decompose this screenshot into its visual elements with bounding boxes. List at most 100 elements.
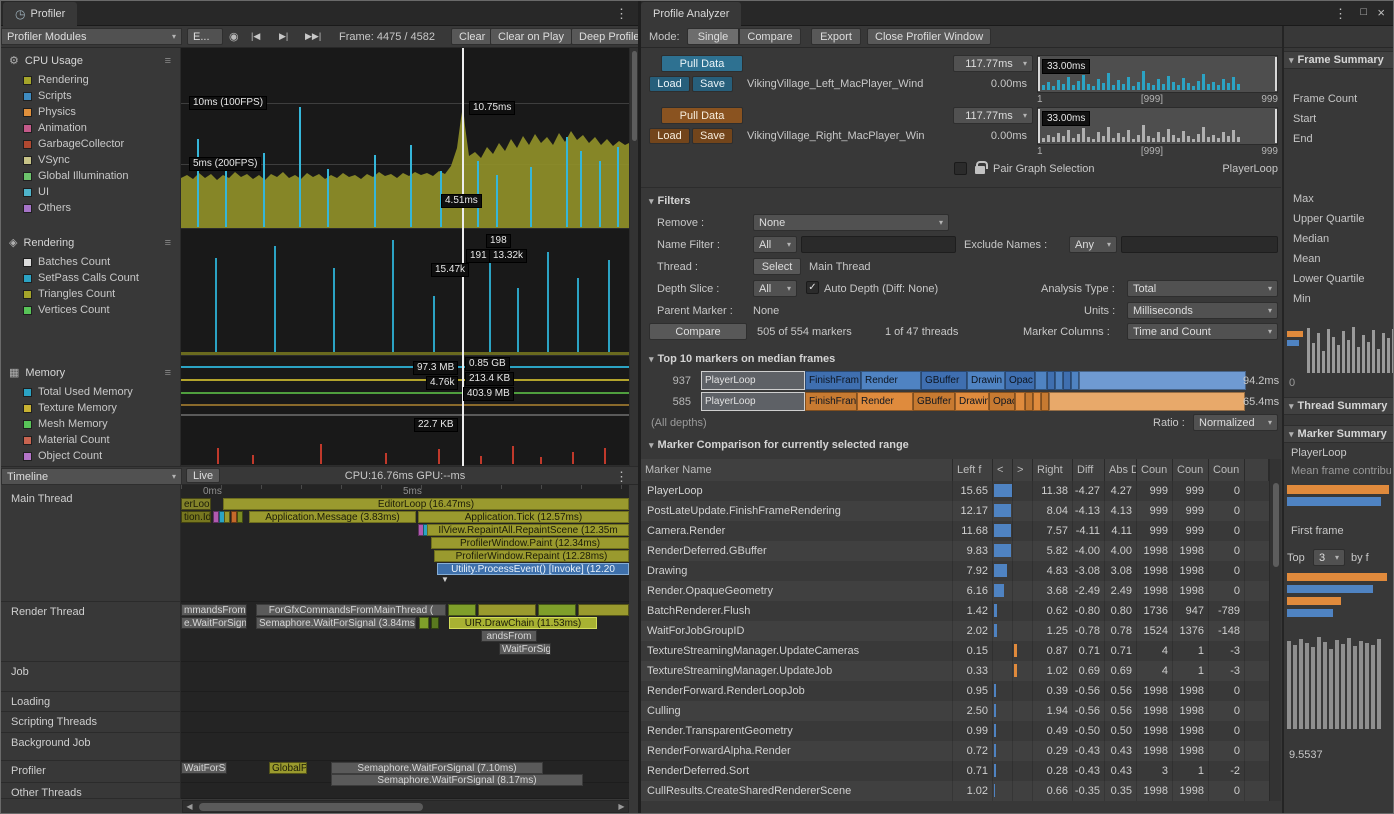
timeline-span[interactable] [431, 617, 439, 629]
name-filter-mode-dropdown[interactable]: All▾ [753, 236, 797, 253]
comparison-header[interactable]: ▾Marker Comparison for currently selecte… [649, 439, 909, 451]
marker-row[interactable]: Render.OpaqueGeometry 6.16 3.68 -2.49 2.… [641, 581, 1269, 601]
timeline-span[interactable]: Semaphore.WaitForSignal (3.84ms) [256, 617, 416, 629]
timeline-span[interactable]: Semaphore.WaitForSignal (8.17ms) [331, 774, 583, 786]
column-header-left-bar[interactable]: < [993, 459, 1013, 481]
memory-chart[interactable]: 97.3 MB 0.85 GB 4.76k 213.4 KB 403.9 MB … [181, 356, 629, 466]
legend-item[interactable]: UI [1, 184, 181, 200]
thread-summary-header[interactable]: ▾Thread Summary [1284, 397, 1394, 415]
comparison-scrollbar[interactable] [1269, 459, 1281, 801]
timeline-span[interactable] [538, 604, 576, 616]
record-button[interactable]: ◉ [229, 30, 239, 43]
clear-button[interactable]: Clear [451, 28, 493, 45]
top10-marker-segment[interactable]: PlayerLoop [701, 392, 805, 411]
legend-item[interactable]: GarbageCollector [1, 136, 181, 152]
timeline-span[interactable]: UIR.DrawChain (11.53ms) [449, 617, 597, 629]
marker-summary-header[interactable]: ▾Marker Summary [1284, 425, 1394, 443]
module-header-cpu[interactable]: ⚙ CPU Usage ≡ [1, 52, 181, 69]
timeline-span[interactable] [419, 617, 429, 629]
rendering-chart[interactable]: 198 191 13.32k 15.47k [181, 229, 629, 356]
timeline-span[interactable]: GlobalP [269, 762, 307, 774]
column-header-count-left[interactable]: Coun [1137, 459, 1173, 481]
module-handle-icon[interactable]: ≡ [165, 55, 171, 67]
exclude-mode-dropdown[interactable]: Any▾ [1069, 236, 1117, 253]
top10-marker-segment[interactable]: FinishFran [805, 392, 857, 411]
restore-window-icon[interactable]: □ [1360, 6, 1367, 18]
timeline-span[interactable]: erLoop (1.6 [181, 498, 211, 510]
top-n-dropdown[interactable]: 3▾ [1313, 549, 1345, 566]
timeline-span[interactable] [237, 511, 243, 523]
name-filter-input[interactable] [801, 236, 956, 253]
timeline-span[interactable]: e.WaitForSigna [181, 617, 247, 629]
module-handle-icon[interactable]: ≡ [165, 367, 171, 379]
top10-marker-segment[interactable]: PlayerLoop [701, 371, 805, 390]
thread-select-button[interactable]: Select [753, 258, 801, 275]
cpu-usage-chart[interactable]: 10ms (100FPS) 5ms (200FPS) 10.75ms 4.51m… [181, 48, 629, 229]
timeline-span[interactable]: ProfilerWindow.Repaint (12.28ms) [434, 550, 629, 562]
timeline-span[interactable]: tion.Idle (1 [181, 511, 211, 523]
top10-marker-segment[interactable]: Drawin [967, 371, 1005, 390]
marker-row[interactable]: BatchRenderer.Flush 1.42 0.62 -0.80 0.80… [641, 601, 1269, 621]
range-handle-left[interactable] [1038, 57, 1040, 91]
thread-row[interactable]: Job [1, 662, 180, 692]
scrollbar-thumb[interactable] [632, 51, 637, 141]
legend-item[interactable]: Scripts [1, 88, 181, 104]
top10-marker-segment[interactable] [1047, 371, 1055, 390]
timeline-span[interactable] [224, 511, 230, 523]
top10-marker-segment[interactable] [1035, 371, 1047, 390]
column-header-diff[interactable]: Diff [1073, 459, 1105, 481]
top10-right-bar[interactable]: PlayerLoopFinishFranRenderGBufferDrawinO… [701, 392, 1237, 411]
exclude-names-input[interactable] [1121, 236, 1278, 253]
top10-marker-segment[interactable] [1071, 371, 1079, 390]
save-left-button[interactable]: Save [692, 76, 733, 92]
legend-item[interactable]: Rendering [1, 72, 181, 88]
scrollbar-thumb[interactable] [1273, 483, 1279, 567]
frame-range-right[interactable]: 33.00ms [1037, 107, 1278, 145]
depth-slice-dropdown[interactable]: All▾ [753, 280, 797, 297]
pull-data-left-button[interactable]: Pull Data [661, 55, 743, 72]
tab-profiler[interactable]: ◷ Profiler [3, 2, 77, 26]
column-header-left[interactable]: Left f [953, 459, 993, 481]
prev-frame-button[interactable]: |◀ [251, 31, 260, 42]
marker-row[interactable]: RenderForward.RenderLoopJob 0.95 0.39 -0… [641, 681, 1269, 701]
thread-row[interactable]: Scripting Threads [1, 712, 180, 733]
marker-row[interactable]: CullResults.CreateSharedRendererScene 1.… [641, 781, 1269, 801]
timeline-span[interactable]: IlView.RepaintAll.RepaintScene (12.35m [427, 524, 629, 536]
marker-summary-histogram[interactable] [1287, 629, 1389, 729]
hscroll-thumb[interactable] [199, 803, 423, 811]
thread-row[interactable]: Main Thread [1, 485, 180, 602]
filters-header[interactable]: ▾Filters [649, 195, 691, 207]
save-right-button[interactable]: Save [692, 128, 733, 144]
legend-item[interactable]: Animation [1, 120, 181, 136]
top10-marker-segment[interactable] [1033, 392, 1041, 411]
module-header-memory[interactable]: ▦ Memory ≡ [1, 364, 181, 381]
legend-item[interactable]: Physics [1, 104, 181, 120]
legend-item[interactable]: Texture Memory [1, 400, 181, 416]
column-header-count-right[interactable]: Coun [1173, 459, 1209, 481]
frame-range-left[interactable]: 33.00ms [1037, 55, 1278, 93]
column-header-right[interactable]: Right [1033, 459, 1073, 481]
marker-row[interactable]: Camera.Render 11.68 7.57 -4.11 4.11 999 … [641, 521, 1269, 541]
load-left-button[interactable]: Load [649, 76, 690, 92]
legend-item[interactable]: Material Count [1, 432, 181, 448]
top10-marker-segment[interactable]: Render [861, 371, 921, 390]
marker-row[interactable]: PostLateUpdate.FinishFrameRendering 12.1… [641, 501, 1269, 521]
timeline-span[interactable] [578, 604, 629, 616]
top10-marker-segment[interactable] [1025, 392, 1033, 411]
legend-item[interactable]: Others [1, 200, 181, 216]
legend-item[interactable]: VSync [1, 152, 181, 168]
analysis-type-dropdown[interactable]: Total▾ [1127, 280, 1278, 297]
timeline-span[interactable]: ForGfxCommandsFromMainThread ( [256, 604, 446, 616]
marker-row[interactable]: RenderForwardAlpha.Render 0.72 0.29 -0.4… [641, 741, 1269, 761]
top10-marker-segment[interactable]: GBuffer [921, 371, 967, 390]
tab-profile-analyzer[interactable]: Profile Analyzer [641, 2, 741, 26]
marker-row[interactable]: PlayerLoop 15.65 11.38 -4.27 4.27 999 99… [641, 481, 1269, 501]
frame-summary-histogram[interactable] [1307, 323, 1394, 373]
scroll-right-arrow[interactable]: ▶ [615, 801, 628, 812]
frame-summary-header[interactable]: ▾Frame Summary [1284, 51, 1394, 69]
top10-marker-segment[interactable]: Render [857, 392, 913, 411]
close-window-icon[interactable]: × [1377, 5, 1385, 20]
top10-header[interactable]: ▾Top 10 markers on median frames [649, 353, 835, 365]
timeline-span[interactable]: ProfilerWindow.Paint (12.34ms) [431, 537, 629, 549]
top10-left-bar[interactable]: PlayerLoopFinishFramRenderGBufferDrawinO… [701, 371, 1237, 390]
